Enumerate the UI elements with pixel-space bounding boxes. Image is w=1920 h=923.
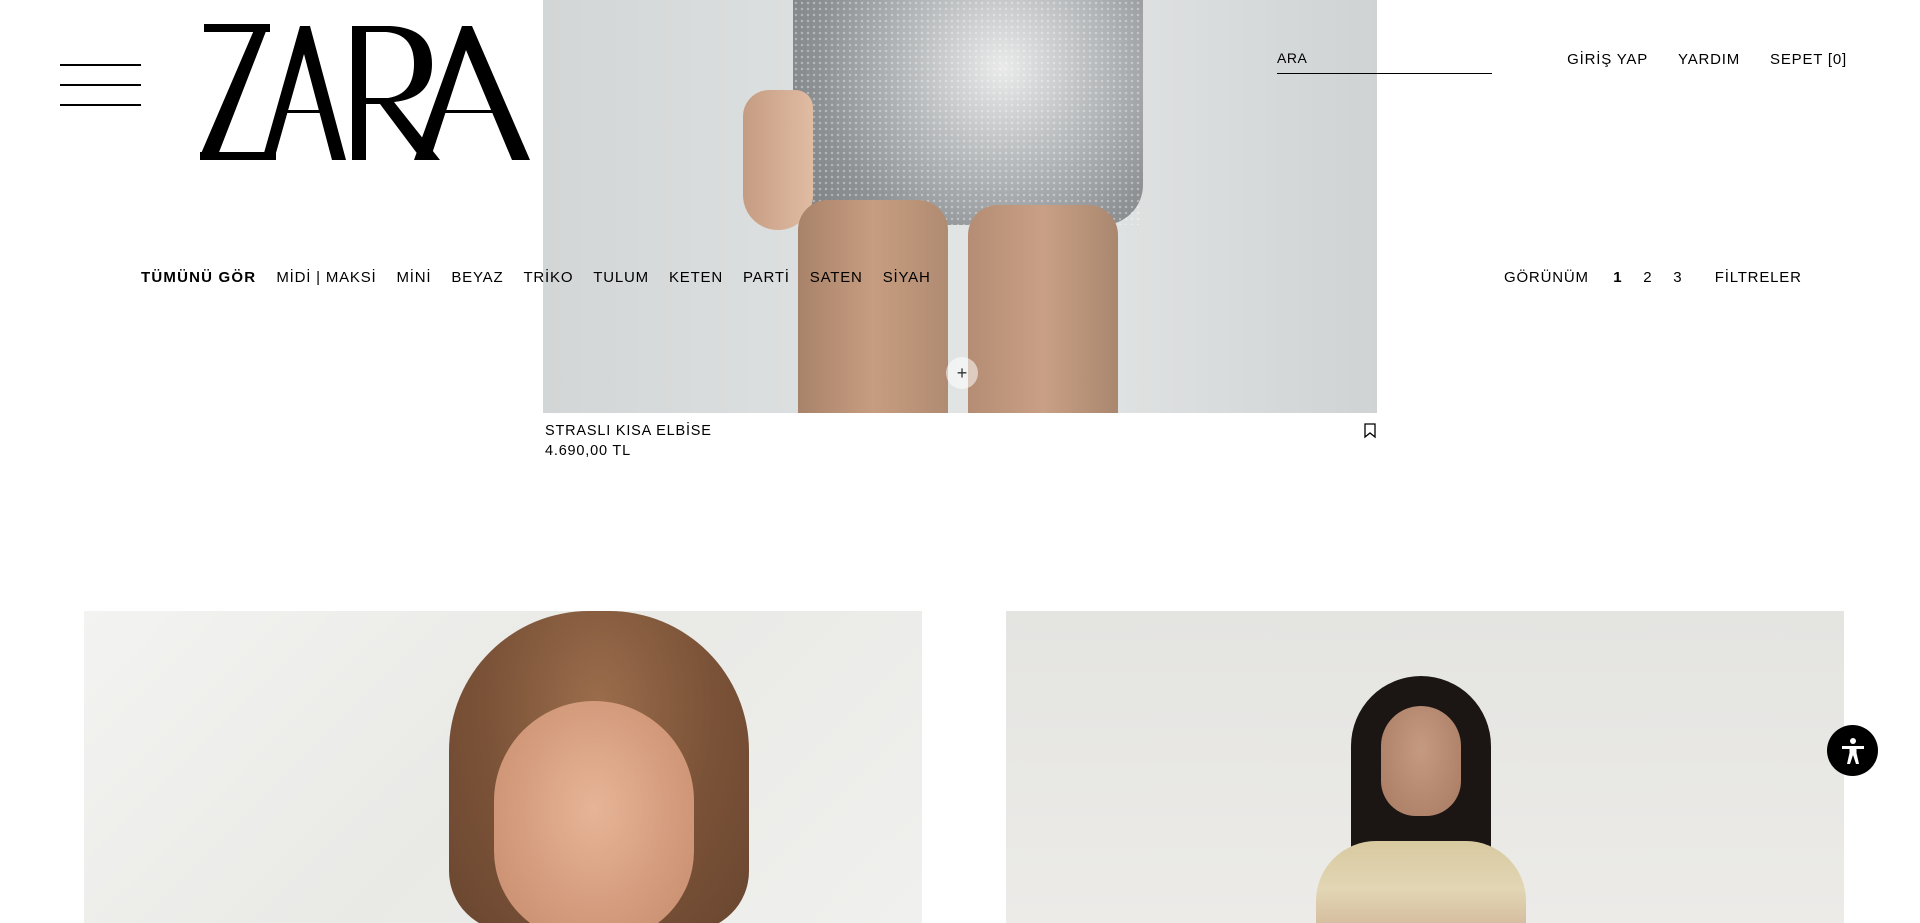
hamburger-menu-icon[interactable]	[60, 64, 141, 106]
product-image[interactable]	[543, 0, 1377, 413]
category-mini[interactable]: MİNİ	[397, 269, 432, 286]
product-image[interactable]	[84, 611, 922, 923]
cart-link[interactable]: SEPET [0]	[1770, 51, 1847, 68]
product-image-face	[494, 701, 694, 923]
view-option-3[interactable]: 3	[1663, 269, 1693, 286]
top-links: GİRİŞ YAP YARDIM SEPET [0]	[1567, 51, 1847, 68]
help-link[interactable]: YARDIM	[1678, 51, 1740, 68]
accessibility-icon	[1841, 737, 1864, 764]
plus-icon: +	[956, 362, 968, 383]
category-white[interactable]: BEYAZ	[451, 269, 503, 286]
category-black[interactable]: SİYAH	[883, 269, 931, 286]
view-option-1[interactable]: 1	[1603, 269, 1633, 286]
product-name[interactable]: STRASLI KISA ELBİSE	[545, 421, 1383, 441]
search-input[interactable]: ARA	[1277, 46, 1492, 74]
product-image-hand	[743, 90, 813, 230]
product-info: STRASLI KISA ELBİSE 4.690,00 TL	[545, 421, 1383, 461]
product-image-leg	[798, 200, 948, 413]
product-image[interactable]	[1006, 611, 1844, 923]
category-midi-maxi[interactable]: MİDİ | MAKSİ	[276, 269, 376, 286]
category-satin[interactable]: SATEN	[810, 269, 863, 286]
accessibility-button[interactable]	[1827, 725, 1878, 776]
view-label: GÖRÜNÜM	[1504, 269, 1589, 286]
product-image-face	[1381, 706, 1461, 816]
category-linen[interactable]: KETEN	[669, 269, 723, 286]
product-image-body	[1316, 841, 1526, 923]
category-knit[interactable]: TRİKO	[523, 269, 573, 286]
filters-button[interactable]: FİLTRELER	[1715, 269, 1802, 286]
search-placeholder: ARA	[1277, 50, 1308, 66]
product-image-leg	[968, 205, 1118, 413]
product-image-dress	[793, 0, 1143, 225]
zara-logo[interactable]	[200, 24, 530, 162]
category-jumpsuit[interactable]: TULUM	[593, 269, 649, 286]
view-option-2[interactable]: 2	[1633, 269, 1663, 286]
add-to-cart-button[interactable]: +	[946, 357, 978, 389]
product-price: 4.690,00 TL	[545, 443, 631, 459]
login-link[interactable]: GİRİŞ YAP	[1567, 51, 1648, 68]
category-nav: TÜMÜNÜ GÖR MİDİ | MAKSİ MİNİ BEYAZ TRİKO…	[141, 269, 931, 286]
zara-logo-svg	[200, 24, 530, 160]
bookmark-icon[interactable]	[1363, 423, 1377, 439]
view-controls: GÖRÜNÜM 1 2 3 FİLTRELER	[1504, 269, 1802, 286]
category-party[interactable]: PARTİ	[743, 269, 790, 286]
category-all[interactable]: TÜMÜNÜ GÖR	[141, 269, 256, 286]
